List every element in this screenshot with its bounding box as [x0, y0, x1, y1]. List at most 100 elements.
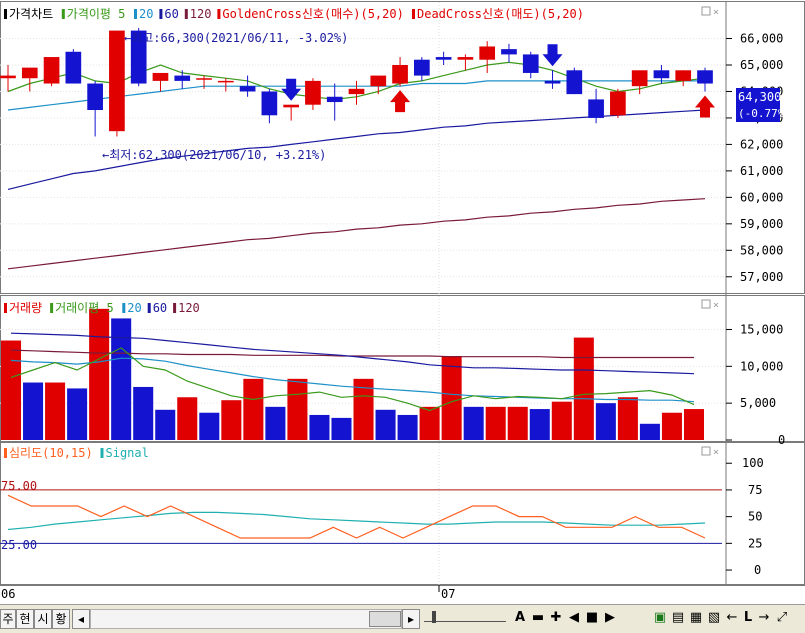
candle-body: [283, 104, 299, 108]
price-y-tick-label: 61,000: [740, 164, 783, 178]
volume-bar: [397, 414, 418, 440]
move-left-icon[interactable]: ◀: [566, 610, 582, 626]
volume-bar: [617, 397, 638, 440]
price-y-tick-label: 62,000: [740, 137, 783, 151]
arrow-left-icon[interactable]: ←: [724, 610, 740, 626]
chart-canvas[interactable]: × × × 66,00065,00064,00063,00062,00061,0…: [0, 0, 805, 604]
candle-body: [653, 70, 670, 79]
stop-icon[interactable]: ■: [584, 610, 600, 626]
price-legend: 가격차트 가격이평 5 20 60 120 GoldenCross신호(매수)(5,20)…: [4, 7, 584, 21]
price-legend-label: DeadCross신호(매도)(5,20): [417, 7, 584, 21]
price-legend-marker: [184, 9, 188, 19]
log-scale-icon[interactable]: L: [740, 610, 756, 626]
price-legend-label: 가격이평 5: [67, 7, 126, 21]
volume-bar: [441, 356, 462, 440]
candle-body: [217, 80, 234, 83]
candle-body: [610, 91, 626, 116]
high-annotation: ←최고:66,300(2021/06/11, -3.02%): [124, 31, 348, 45]
psych-y-tick-label: 50: [748, 510, 762, 524]
candle-body: [522, 54, 539, 73]
price-legend-label: 120: [190, 7, 212, 21]
volume-bar: [595, 403, 616, 440]
volume-y-tick-label: 0: [778, 433, 785, 447]
tab-week[interactable]: 주: [0, 609, 16, 629]
volume-panel-close-icon[interactable]: ×: [713, 300, 719, 311]
settings-icon[interactable]: ▧: [706, 610, 722, 626]
volume-bar: [287, 378, 308, 440]
move-right-icon[interactable]: ▶: [602, 610, 618, 626]
psych-y-tick-label: 25: [748, 536, 762, 550]
price-legend-marker: [412, 9, 415, 19]
volume-bar: [155, 409, 176, 440]
current-change-label: (-0.77%): [738, 107, 791, 120]
tab-time[interactable]: 시: [34, 609, 52, 629]
fullscreen-icon[interactable]: ⤢: [774, 610, 790, 626]
volume-bar: [529, 409, 550, 440]
volume-bar: [683, 409, 704, 440]
candle-body: [588, 99, 604, 118]
arrow-right-icon[interactable]: →: [756, 610, 772, 626]
volume-bar: [133, 386, 154, 440]
psych-legend-label: 심리도(10,15): [9, 446, 93, 460]
psych-legend-marker: [4, 448, 7, 458]
candle-body: [0, 75, 16, 79]
panel-close-icon[interactable]: ×: [713, 7, 719, 18]
save-icon[interactable]: ▤: [670, 610, 686, 626]
psych-y-tick-label: 75: [748, 483, 762, 497]
candle-body: [65, 51, 82, 84]
bottom-toolbar: 주 현 시 황 ◂ ▸ A ▬ ✚ ◀ ■ ▶ ▣ ▤ ▦ ▧ ← L → ⤢: [0, 604, 805, 633]
price-legend-label: 가격차트: [9, 7, 53, 21]
volume-bar: [23, 382, 44, 440]
tab-market[interactable]: 황: [52, 609, 70, 629]
chart-window: × × × 66,00065,00064,00063,00062,00061,0…: [0, 0, 805, 633]
psych-panel-close-icon[interactable]: ×: [713, 447, 719, 458]
candle-body: [457, 57, 474, 60]
zoom-slider[interactable]: [424, 611, 506, 625]
horizontal-scrollbar[interactable]: [90, 609, 402, 629]
price-y-tick-label: 57,000: [740, 270, 783, 284]
candle-body: [43, 57, 60, 84]
candle-body: [370, 75, 387, 87]
volume-bar: [463, 406, 484, 440]
text-tool-icon[interactable]: A: [512, 610, 528, 626]
line-tool-icon[interactable]: ▬: [530, 610, 546, 626]
candle-body: [501, 49, 517, 55]
x-label-07: 07: [441, 587, 455, 601]
candle-body: [87, 83, 103, 110]
psych-y-tick-label: 100: [742, 456, 764, 470]
volume-bar: [419, 406, 440, 440]
scroll-right-button[interactable]: ▸: [402, 609, 420, 629]
psych-legend: 심리도(10,15) Signal: [4, 446, 149, 460]
volume-bar: [89, 308, 110, 440]
candle-body: [174, 75, 191, 81]
candle-body: [544, 80, 561, 84]
price-legend-marker: [61, 9, 65, 19]
candle-body: [566, 70, 583, 95]
x-label-06: 06: [1, 587, 15, 601]
volume-bar: [375, 409, 396, 440]
volume-bar: [551, 401, 572, 440]
volume-legend-marker: [147, 303, 151, 313]
candle-body: [392, 65, 408, 84]
zoom-in-icon[interactable]: ✚: [548, 610, 564, 626]
price-legend-marker: [4, 9, 7, 19]
volume-bar: [111, 318, 132, 440]
volume-legend-label: 60: [153, 301, 167, 315]
price-legend-label: 60: [164, 7, 178, 21]
scroll-left-button[interactable]: ◂: [72, 609, 90, 629]
volume-y-tick-label: 5,000: [740, 396, 776, 410]
zoom-slider-thumb[interactable]: [432, 611, 436, 623]
price-y-tick-label: 59,000: [740, 217, 783, 231]
grid-icon[interactable]: ▦: [688, 610, 704, 626]
volume-legend-marker: [122, 303, 126, 313]
scrollbar-thumb[interactable]: [369, 611, 401, 627]
volume-bar: [1, 340, 22, 440]
tab-current[interactable]: 현: [16, 609, 34, 629]
psych-level-high-label: 75.00: [1, 479, 37, 493]
psych-legend-label: Signal: [106, 446, 149, 460]
chart-export-icon[interactable]: ▣: [652, 610, 668, 626]
price-legend-marker: [159, 9, 163, 19]
candle-body: [239, 86, 256, 92]
volume-bar: [45, 382, 66, 440]
volume-legend-marker: [173, 303, 177, 313]
